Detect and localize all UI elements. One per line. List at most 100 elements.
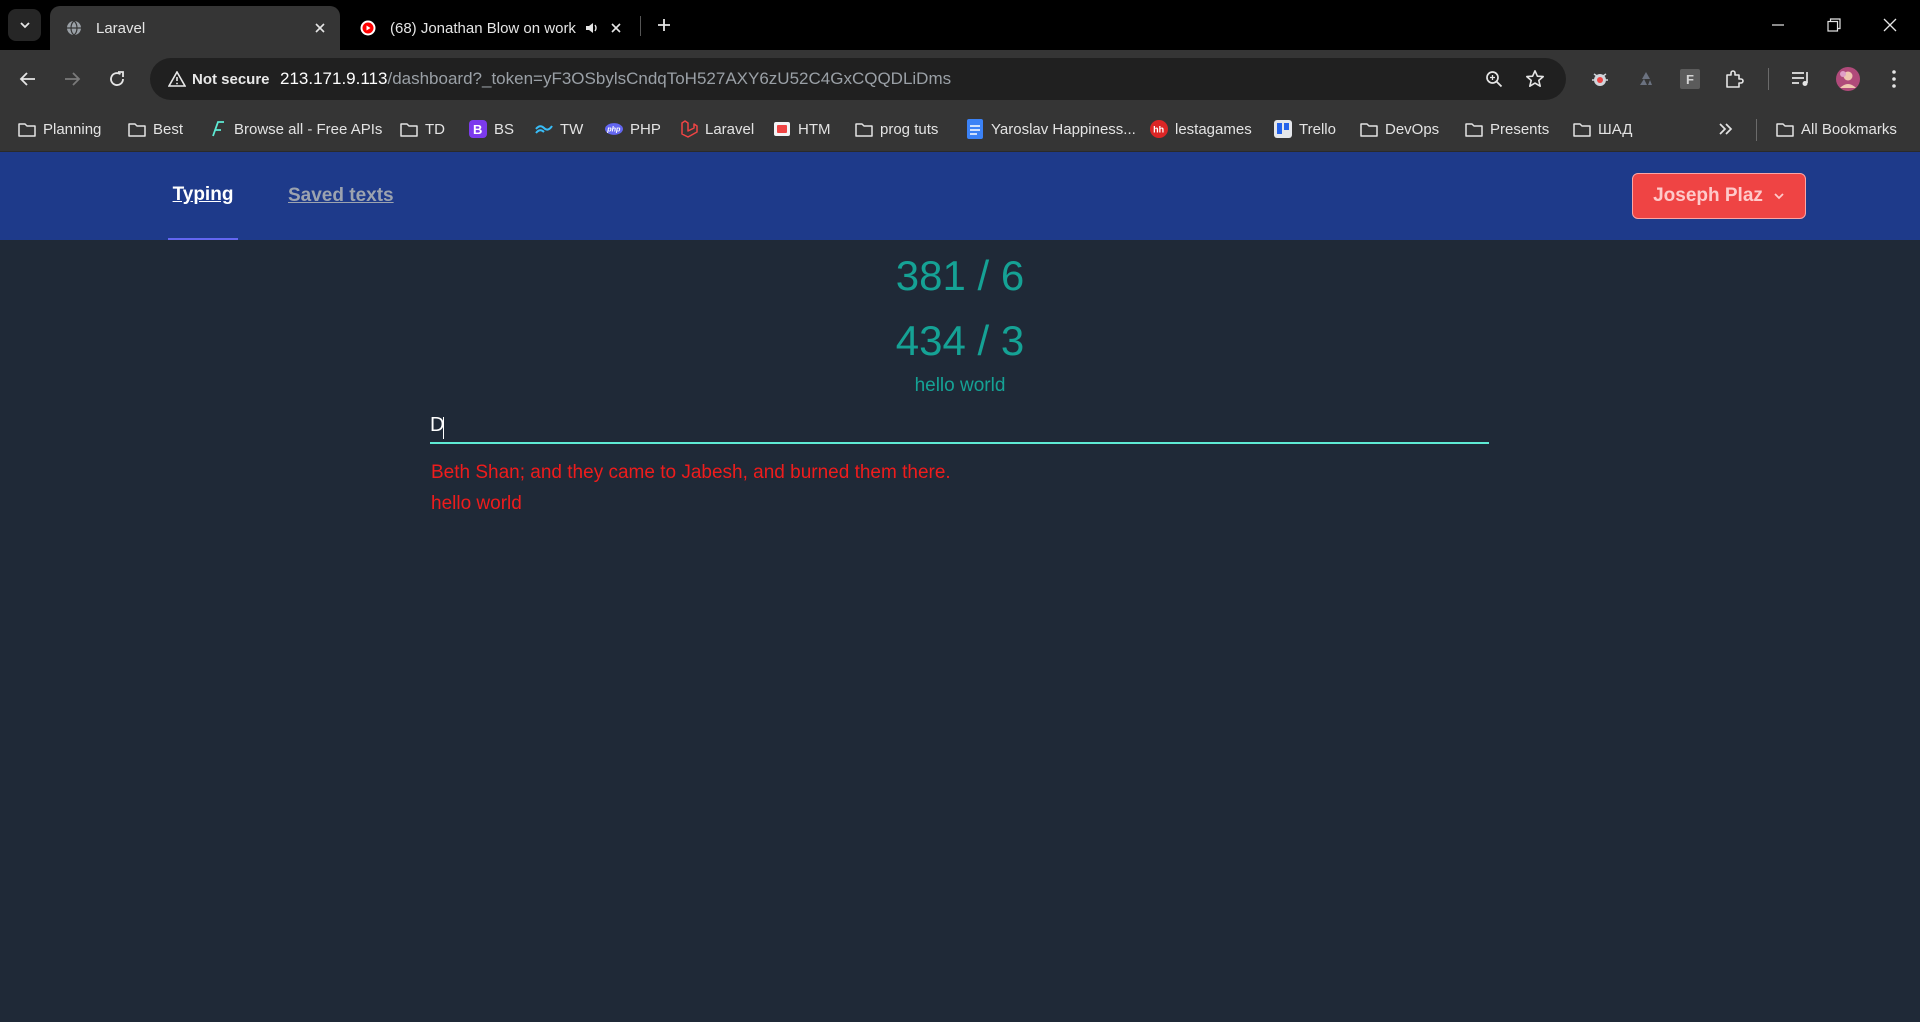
bookmark-label: Yaroslav Happiness... <box>991 120 1136 138</box>
media-control-icon[interactable] <box>1785 63 1817 95</box>
star-icon[interactable] <box>1523 67 1547 91</box>
bookmark-label: TW <box>560 120 584 138</box>
close-icon[interactable] <box>308 16 332 40</box>
folder-icon <box>18 120 36 138</box>
hh-icon: hh <box>1150 120 1168 138</box>
api-icon <box>209 120 227 138</box>
youtube-icon <box>360 20 376 36</box>
profile-avatar[interactable] <box>1832 63 1864 95</box>
bookmark-tw[interactable]: TW <box>535 108 583 150</box>
folder-icon <box>855 120 873 138</box>
nav-link-saved-texts[interactable]: Saved texts <box>288 152 394 240</box>
arrow-left-icon <box>19 72 35 86</box>
more-menu-icon[interactable] <box>1878 63 1910 95</box>
new-tab-button[interactable] <box>650 11 678 39</box>
tailwind-icon <box>535 120 553 138</box>
speaker-icon[interactable] <box>580 16 604 40</box>
plus-icon <box>658 19 670 31</box>
tab-divider <box>640 16 641 36</box>
bookmark-lestagames[interactable]: hh lestagames <box>1150 108 1252 150</box>
text-line: Beth Shan; and they came to Jabesh, and … <box>431 462 951 483</box>
svg-text:hh: hh <box>1153 125 1164 135</box>
extension-f-icon[interactable]: F <box>1674 63 1706 95</box>
laravel-icon <box>680 120 698 138</box>
bookmark-htm[interactable]: HTM <box>773 108 831 150</box>
app-navbar: Typing Saved texts Joseph Plaz <box>0 152 1920 240</box>
typing-input[interactable] <box>430 408 1489 444</box>
close-window-button[interactable] <box>1862 0 1918 50</box>
bookmarks-divider <box>1756 119 1757 141</box>
all-bookmarks[interactable]: All Bookmarks <box>1776 108 1897 150</box>
typing-area: 381 / 6 434 / 3 hello world Beth Shan; a… <box>0 240 1920 1022</box>
close-icon <box>1883 18 1897 32</box>
folder-icon <box>128 120 146 138</box>
trello-icon <box>1274 120 1292 138</box>
text-line: hello world <box>431 493 522 514</box>
zoom-icon[interactable] <box>1482 67 1506 91</box>
extension-recycle-icon[interactable] <box>1630 63 1662 95</box>
restore-button[interactable] <box>1806 0 1862 50</box>
tab-title: (68) Jonathan Blow on work <box>390 19 576 37</box>
bookmark-best[interactable]: Best <box>128 108 183 150</box>
bookmark-label: lestagames <box>1175 120 1252 138</box>
minimize-icon <box>1772 24 1784 26</box>
bookmark-bs[interactable]: B BS <box>469 108 514 150</box>
html-icon <box>773 120 791 138</box>
address-bar[interactable]: Not secure 213.171.9.113/dashboard?_toke… <box>150 58 1566 100</box>
tab-laravel[interactable]: Laravel <box>50 6 340 50</box>
bookmark-trello[interactable]: Trello <box>1274 108 1336 150</box>
tab-search-button[interactable] <box>8 9 41 41</box>
forward-button[interactable] <box>56 63 88 95</box>
bookmark-planning[interactable]: Planning <box>18 108 101 150</box>
bookmark-label: HTM <box>798 120 831 138</box>
php-icon: php <box>605 120 623 138</box>
bookmark-label: prog tuts <box>880 120 939 138</box>
nav-link-typing[interactable]: Typing <box>168 152 238 240</box>
bookmark-laravel[interactable]: Laravel <box>680 108 754 150</box>
extensions-puzzle-icon[interactable] <box>1718 63 1750 95</box>
bookmark-shad[interactable]: ШАД <box>1573 108 1632 150</box>
bookmark-presents[interactable]: Presents <box>1465 108 1549 150</box>
bookmark-label: Planning <box>43 120 102 138</box>
reload-button[interactable] <box>101 63 133 95</box>
user-name: Joseph Plaz <box>1653 185 1763 206</box>
minimize-button[interactable] <box>1750 0 1806 50</box>
bookmark-label: Best <box>153 120 184 138</box>
back-button[interactable] <box>12 63 44 95</box>
bookmark-free-apis[interactable]: Browse all - Free APIs <box>209 108 382 150</box>
bookmark-label: PHP <box>630 120 661 138</box>
bookmarks-overflow-button[interactable] <box>1717 108 1735 150</box>
bookmark-prog-tuts[interactable]: prog tuts <box>855 108 938 150</box>
browser-tabstrip: Laravel (68) Jonathan Blow on work <box>0 0 1920 50</box>
arrow-right-icon <box>65 72 81 86</box>
chevron-down-icon <box>1774 193 1784 200</box>
bookmark-label: Presents <box>1490 120 1550 138</box>
docs-icon <box>966 119 984 139</box>
bookmark-td[interactable]: TD <box>400 108 445 150</box>
browser-toolbar: Not secure 213.171.9.113/dashboard?_toke… <box>0 50 1920 108</box>
folder-icon <box>1776 120 1794 138</box>
tab-youtube[interactable]: (68) Jonathan Blow on work <box>344 6 640 50</box>
chevron-double-right-icon <box>1717 120 1735 138</box>
close-icon[interactable] <box>604 16 628 40</box>
bookmark-label: BS <box>494 120 515 138</box>
extension-bug-icon[interactable] <box>1584 63 1616 95</box>
svg-text:F: F <box>1686 72 1694 87</box>
svg-text:B: B <box>473 122 482 137</box>
url-text[interactable]: 213.171.9.113/dashboard?_token=yF3OSbyls… <box>280 58 951 100</box>
svg-text:php: php <box>606 125 621 134</box>
user-menu-button[interactable]: Joseph Plaz <box>1632 173 1806 219</box>
bookmark-devops[interactable]: DevOps <box>1360 108 1439 150</box>
bookmark-label: ШАД <box>1598 120 1633 138</box>
bookmark-label: TD <box>425 120 445 138</box>
stat-secondary: 434 / 3 <box>895 317 1025 364</box>
url-path: /dashboard?_token=yF3OSbylsCndqToH527AXY… <box>387 69 952 88</box>
url-host: 213.171.9.113 <box>280 69 388 88</box>
stat-primary: 381 / 6 <box>895 252 1025 299</box>
bookmark-php[interactable]: php PHP <box>605 108 661 150</box>
bookmarks-bar: Planning Best Browse all - Free APIs TD … <box>0 108 1920 152</box>
folder-icon <box>400 120 418 138</box>
folder-icon <box>1465 120 1483 138</box>
security-chip[interactable]: Not secure <box>158 65 280 93</box>
bookmark-yaroslav[interactable]: Yaroslav Happiness... <box>966 108 1136 150</box>
